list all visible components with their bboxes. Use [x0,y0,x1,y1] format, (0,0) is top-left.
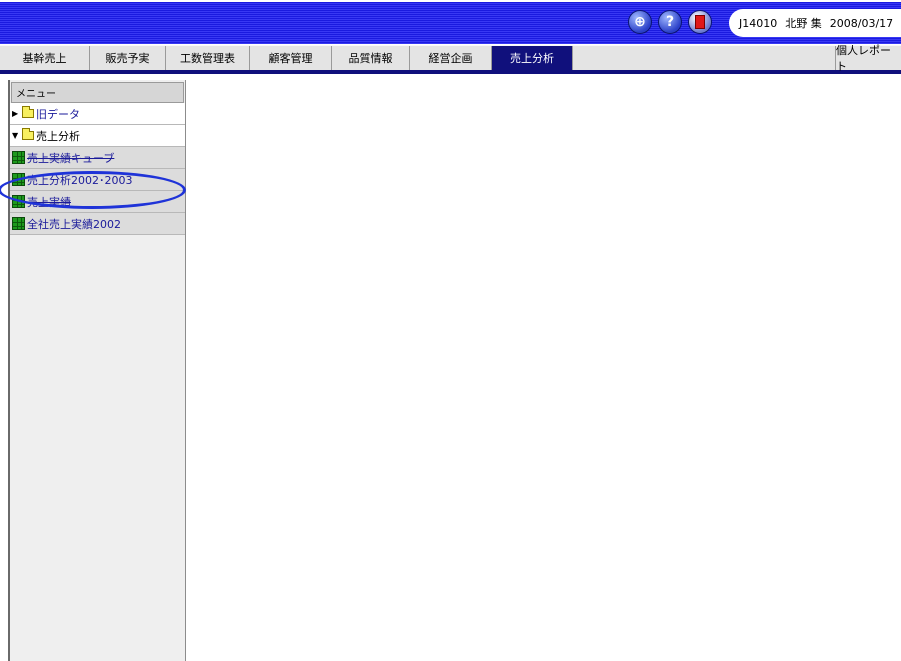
menu-sidebar: メニュー ▶ 旧データ ▼ 売上分析 売上実績キューブ 売上分析2002･200… [8,80,186,661]
user-name: 北野 集 [785,17,822,30]
cube-icon [12,151,25,164]
sidebar-item-label: 売上分析2002･2003 [27,173,133,187]
tab-kikan-uriage[interactable]: 基幹売上 [0,46,90,70]
expand-triangle-icon[interactable]: ▶ [12,109,22,118]
menu-header: メニュー [11,82,184,103]
cube-icon [12,195,25,208]
sidebar-item-company-sales-2002[interactable]: 全社売上実績2002 [10,213,185,235]
tab-kousu-kanri[interactable]: 工数管理表 [166,46,250,70]
tab-personal-report[interactable]: 個人レポート [835,44,901,73]
help-icon[interactable]: ? [658,10,682,34]
folder-icon [22,106,34,118]
sidebar-item-label: 売上実績キューブ [27,151,115,165]
header-icon-group: ⊕ ? [628,10,712,34]
user-code: J14010 [739,16,778,30]
tab-uriage-bunseki[interactable]: 売上分析 [492,46,573,70]
sidebar-item-sales-analysis-2002-2003[interactable]: 売上分析2002･2003 [10,169,185,191]
sidebar-item-label: 売上分析 [36,129,80,143]
cube-icon [12,217,25,230]
sidebar-item-label: 旧データ [36,107,80,121]
folder-icon [22,128,34,140]
exit-icon[interactable] [688,10,712,34]
tab-kokyaku-kanri[interactable]: 顧客管理 [250,46,332,70]
sidebar-item-old-data[interactable]: ▶ 旧データ [10,103,185,125]
tab-hinshitsu-jouhou[interactable]: 品質情報 [332,46,410,70]
sidebar-item-label: 売上実績 [27,195,71,209]
sidebar-item-sales-cube[interactable]: 売上実績キューブ [10,147,185,169]
current-date: 2008/03/17 [829,16,894,30]
main-tab-bar: 基幹売上 販売予実 工数管理表 顧客管理 品質情報 経営企画 売上分析 個人レポ… [0,44,901,74]
sidebar-item-sales-analysis-folder[interactable]: ▼ 売上分析 [10,125,185,147]
network-icon[interactable]: ⊕ [628,10,652,34]
tab-keiei-kikaku[interactable]: 経営企画 [410,46,492,70]
sidebar-item-sales-results[interactable]: 売上実績 [10,191,185,213]
tab-bar-spacer [573,46,835,70]
main-content-area [188,80,901,661]
cube-icon [12,173,25,186]
user-info-box: J14010 北野 集 2008/03/17 [729,9,901,37]
sidebar-item-label: 全社売上実績2002 [27,217,121,231]
tab-hanbai-yojitsu[interactable]: 販売予実 [90,46,166,70]
top-banner: ⊕ ? J14010 北野 集 2008/03/17 [0,2,901,44]
collapse-triangle-icon[interactable]: ▼ [12,131,22,140]
